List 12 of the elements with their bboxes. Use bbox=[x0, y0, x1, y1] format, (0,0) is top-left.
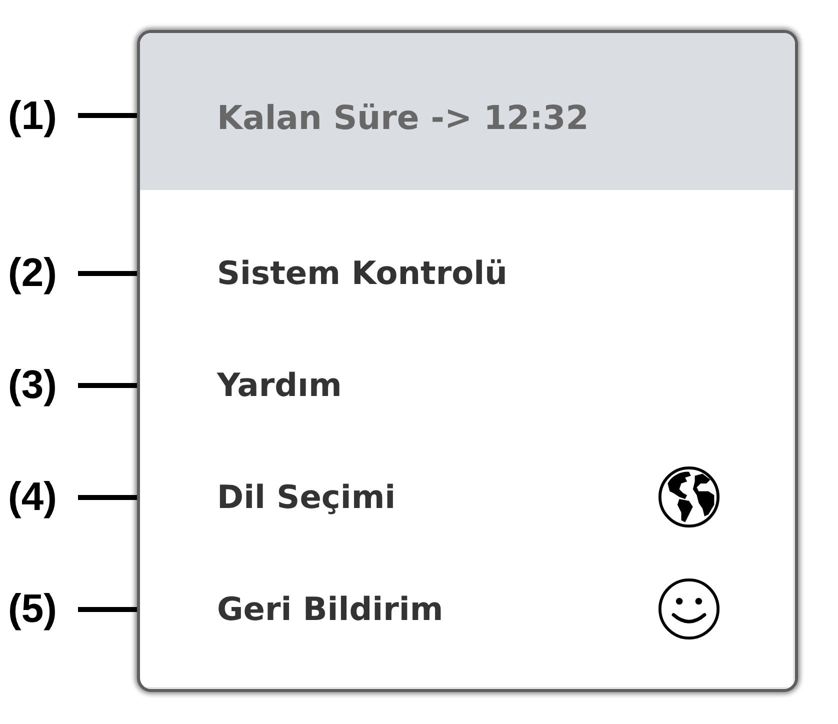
globe-icon[interactable] bbox=[658, 466, 720, 528]
menu-item[interactable]: Dil Seçimi bbox=[217, 478, 396, 516]
menu-item[interactable]: Geri Bildirim bbox=[217, 590, 444, 628]
callout-label: (4) bbox=[8, 477, 57, 517]
smiley-icon[interactable] bbox=[658, 578, 720, 640]
menu-item[interactable]: Yardım bbox=[217, 366, 342, 404]
callout-label: (5) bbox=[8, 589, 57, 629]
callout-label: (2) bbox=[8, 253, 57, 293]
menu-item[interactable]: Sistem Kontrolü bbox=[217, 254, 508, 292]
callout-label: (3) bbox=[8, 365, 57, 405]
remaining-time-label: Kalan Süre -> 12:32 bbox=[217, 98, 589, 136]
callout-label: (1) bbox=[8, 96, 57, 136]
